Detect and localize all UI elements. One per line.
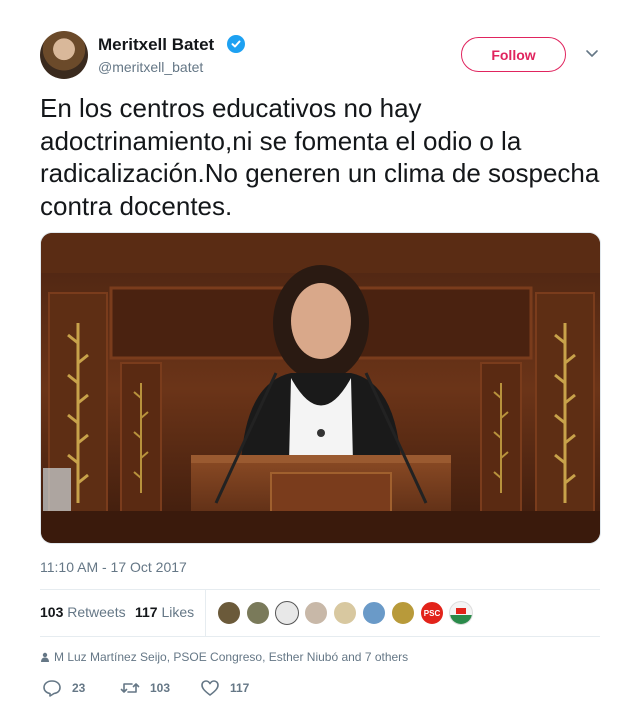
reply-icon bbox=[43, 680, 61, 697]
liker-avatar[interactable] bbox=[333, 601, 357, 625]
divider bbox=[40, 636, 600, 637]
heart-icon bbox=[201, 680, 219, 696]
tweet-actions: 23 103 117 bbox=[40, 678, 340, 698]
follow-button[interactable]: Follow bbox=[461, 37, 566, 72]
liker-avatar[interactable] bbox=[304, 601, 328, 625]
liker-avatar[interactable] bbox=[449, 601, 473, 625]
social-context[interactable]: M Luz Martínez Seijo, PSOE Congreso, Est… bbox=[40, 650, 408, 664]
author-name[interactable]: Meritxell Batet bbox=[98, 35, 214, 55]
verified-badge-icon bbox=[227, 35, 245, 53]
retweet-count: 103 bbox=[150, 681, 171, 695]
liker-avatar-psc[interactable]: PSC bbox=[420, 601, 444, 625]
chevron-down-icon[interactable] bbox=[584, 45, 600, 61]
likes-stat[interactable]: 117 Likes bbox=[135, 604, 194, 620]
tweet-text: En los centros educativos no hay adoctri… bbox=[40, 93, 600, 221]
social-context-text: M Luz Martínez Seijo, PSOE Congreso, Est… bbox=[54, 650, 409, 664]
retweet-icon bbox=[120, 683, 140, 693]
tweet-stats: 103 Retweets 117 Likes PSC bbox=[40, 590, 600, 636]
retweets-label: Retweets bbox=[67, 604, 126, 620]
liker-avatar[interactable] bbox=[246, 601, 270, 625]
liker-avatar[interactable] bbox=[362, 601, 386, 625]
tweet-timestamp[interactable]: 11:10 AM - 17 Oct 2017 bbox=[40, 559, 187, 575]
author-handle[interactable]: @meritxell_batet bbox=[98, 59, 203, 75]
person-icon bbox=[41, 652, 49, 662]
photo-parliament-speaker bbox=[41, 233, 600, 543]
retweets-count: 103 bbox=[40, 604, 64, 620]
liker-avatar[interactable] bbox=[275, 601, 299, 625]
like-button[interactable]: 117 bbox=[200, 678, 249, 698]
liker-avatar[interactable] bbox=[391, 601, 415, 625]
like-count: 117 bbox=[230, 681, 250, 695]
reply-count: 23 bbox=[72, 681, 86, 695]
tweet-photo[interactable] bbox=[40, 232, 601, 544]
retweet-button[interactable]: 103 bbox=[120, 678, 170, 698]
stats-separator bbox=[205, 590, 206, 636]
likes-count: 117 bbox=[135, 604, 158, 620]
reply-button[interactable]: 23 bbox=[42, 678, 85, 698]
liker-avatar[interactable] bbox=[217, 601, 241, 625]
author-avatar[interactable] bbox=[40, 31, 88, 79]
likes-label: Likes bbox=[161, 604, 195, 620]
retweets-stat[interactable]: 103 Retweets bbox=[40, 604, 126, 620]
tweet-header: Meritxell Batet @meritxell_batet Follow bbox=[40, 31, 600, 81]
